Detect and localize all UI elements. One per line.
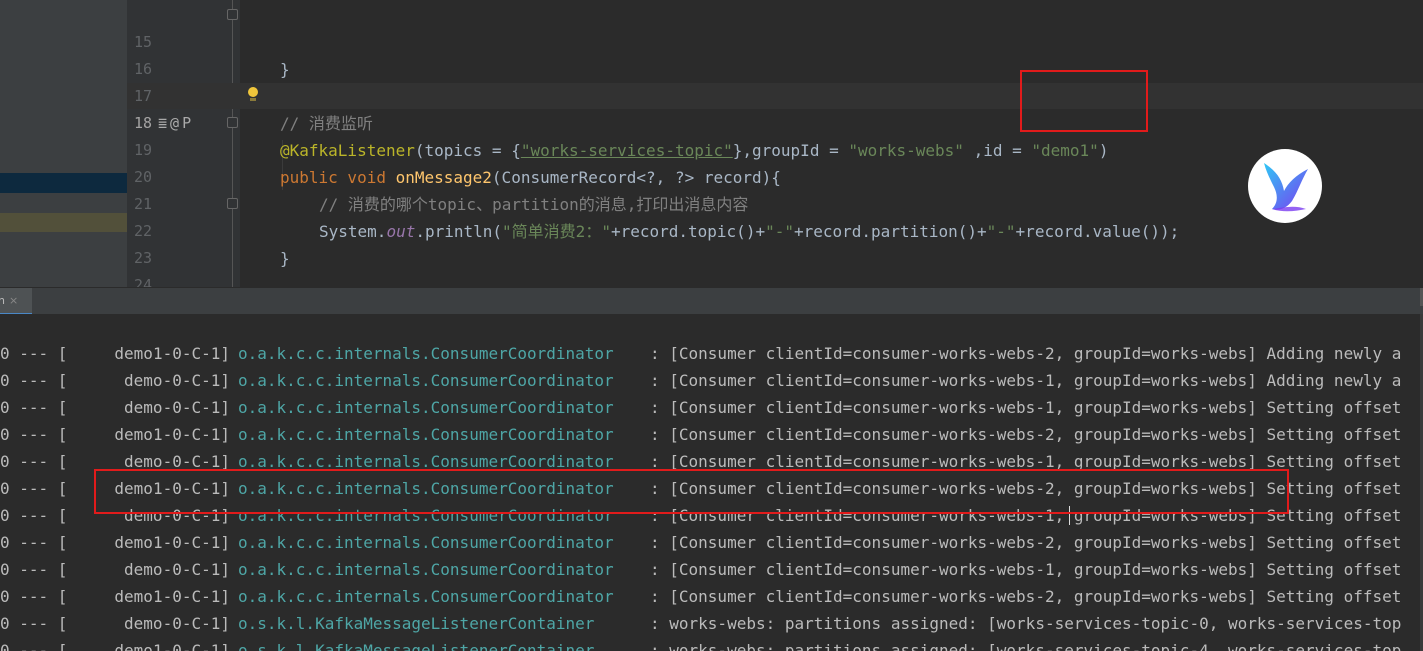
code-line-18[interactable]: 18 @KafkaListener(topics = {"works-servi…: [0, 83, 1423, 160]
log-row: 0 --- [ demo1-0-C-1] o.a.k.c.c.internals.C…: [0, 340, 1423, 367]
fold-marker[interactable]: [227, 117, 238, 128]
run-panel-header: n×: [0, 287, 1423, 315]
log-prefix: 0 --- [: [0, 425, 68, 444]
log-prefix: 0 --- [: [0, 506, 68, 525]
log-message: : [Consumer clientId=consumer-works-webs…: [650, 371, 1402, 390]
log-thread: demo1-0-C-1]: [114, 641, 230, 651]
log-row: 0 --- [ demo1-0-C-1] o.a.k.c.c.internals.C…: [0, 529, 1423, 556]
code-line-22[interactable]: 22 }: [0, 191, 1423, 268]
log-thread: demo-0-C-1]: [124, 560, 230, 579]
log-prefix: 0 --- [: [0, 587, 68, 606]
spring-listener-icon[interactable]: ≣: [158, 114, 167, 132]
log-prefix: 0 --- [: [0, 560, 68, 579]
code-line-23[interactable]: 23: [0, 218, 1423, 267]
log-message: : [Consumer clientId=consumer-works-webs…: [650, 344, 1402, 363]
code-line-17[interactable]: 17 // 消费监听: [0, 56, 1423, 133]
code-line-24[interactable]: 24 }: [0, 245, 1423, 322]
log-thread: demo-0-C-1]: [124, 398, 230, 417]
annotation-icon[interactable]: @: [170, 114, 179, 132]
log-row: 0 --- [ demo-0-C-1] o.a.k.c.c.internals.Co…: [0, 367, 1423, 394]
log-row: 0 --- [ demo-0-C-1] o.s.k.l.KafkaMessageLi…: [0, 610, 1423, 637]
code-line-21[interactable]: 21 System.out.println("简单消费2："+record.to…: [0, 164, 1423, 241]
log-message: : [Consumer clientId=consumer-works-webs…: [650, 533, 1402, 552]
log-message: : [Consumer clientId=consumer-works-webs…: [650, 587, 1402, 606]
code-line-20[interactable]: 20 // 消费的哪个topic、partition的消息,打印出消息内容: [0, 137, 1423, 214]
log-thread: demo1-0-C-1]: [114, 425, 230, 444]
log-thread: demo1-0-C-1]: [114, 587, 230, 606]
id-highlight-box: [1020, 70, 1148, 132]
log-logger-class: o.a.k.c.c.internals.ConsumerCoordinator: [238, 425, 614, 444]
tab-run[interactable]: n×: [0, 288, 32, 315]
log-message: : works-webs: partitions assigned: [work…: [650, 614, 1402, 633]
log-thread: demo1-0-C-1]: [114, 533, 230, 552]
log-row-highlight-box: [94, 469, 1289, 514]
log-row: 0 --- [ demo1-0-C-1] o.a.k.c.c.internals.C…: [0, 421, 1423, 448]
lightbulb-icon[interactable]: [248, 87, 258, 101]
log-logger-class: o.s.k.l.KafkaMessageListenerContainer: [238, 614, 595, 633]
log-thread: demo-0-C-1]: [124, 371, 230, 390]
log-row: 0 --- [ demo-0-C-1] o.a.k.c.c.internals.Co…: [0, 394, 1423, 421]
log-thread: demo-0-C-1]: [124, 614, 230, 633]
log-prefix: 0 --- [: [0, 398, 68, 417]
log-row: 0 --- [ demo-0-C-1] o.a.k.c.c.internals.Co…: [0, 556, 1423, 583]
swift-bird-icon: [1248, 149, 1322, 223]
log-message: : [Consumer clientId=consumer-works-webs…: [650, 398, 1402, 417]
log-logger-class: o.a.k.c.c.internals.ConsumerCoordinator: [238, 533, 614, 552]
log-thread: demo1-0-C-1]: [114, 344, 230, 363]
log-prefix: 0 --- [: [0, 452, 68, 471]
log-logger-class: o.a.k.c.c.internals.ConsumerCoordinator: [238, 398, 614, 417]
code-line-25[interactable]: 25: [0, 272, 1423, 287]
log-message: : [Consumer clientId=consumer-works-webs…: [650, 425, 1402, 444]
code-line-16[interactable]: 16: [0, 29, 1423, 78]
log-message: : [Consumer clientId=consumer-works-webs…: [650, 560, 1402, 579]
code-line-15[interactable]: 15 }: [0, 2, 1423, 79]
log-prefix: 0 --- [: [0, 344, 68, 363]
log-prefix: 0 --- [: [0, 479, 68, 498]
log-logger-class: o.a.k.c.c.internals.ConsumerCoordinator: [238, 344, 614, 363]
reactive-icon[interactable]: P: [182, 114, 191, 132]
log-message: : works-webs: partitions assigned: [work…: [650, 641, 1402, 651]
close-icon[interactable]: ×: [9, 294, 18, 307]
log-logger-class: o.s.k.l.KafkaMessageListenerContainer: [238, 641, 595, 651]
log-logger-class: o.a.k.c.c.internals.ConsumerCoordinator: [238, 371, 614, 390]
log-prefix: 0 --- [: [0, 641, 68, 651]
log-row: 0 --- [ demo1-0-C-1] o.a.k.c.c.internals.C…: [0, 583, 1423, 610]
tab-label: n: [0, 294, 5, 307]
log-prefix: 0 --- [: [0, 371, 68, 390]
log-prefix: 0 --- [: [0, 614, 68, 633]
fold-marker[interactable]: [227, 198, 238, 209]
log-logger-class: o.a.k.c.c.internals.ConsumerCoordinator: [238, 560, 614, 579]
log-row: 0 --- [ demo1-0-C-1] o.s.k.l.KafkaMessageL…: [0, 637, 1423, 651]
log-prefix: 0 --- [: [0, 533, 68, 552]
fold-marker[interactable]: [227, 9, 238, 20]
gutter-icons: ≣ @ P: [158, 114, 191, 132]
log-logger-class: o.a.k.c.c.internals.ConsumerCoordinator: [238, 587, 614, 606]
code-line-19[interactable]: 19 public void onMessage2(ConsumerRecord…: [0, 110, 1423, 187]
